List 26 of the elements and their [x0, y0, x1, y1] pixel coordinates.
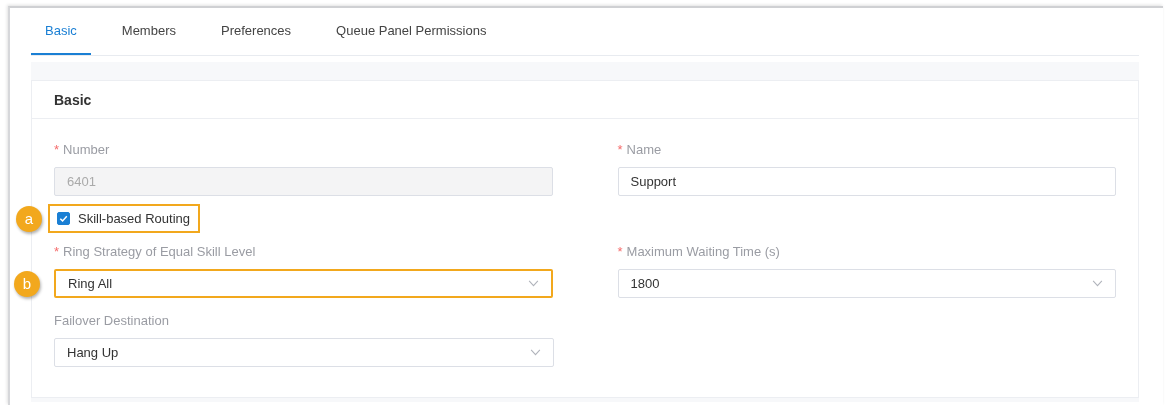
callout-badge: b	[14, 270, 40, 297]
input-field[interactable]: Support	[617, 167, 1116, 196]
required-mark: *	[617, 244, 623, 259]
tab[interactable]: Queue Panel Permissions	[322, 8, 501, 55]
field-label: Ring Strategy of Equal Skill Level	[63, 244, 256, 259]
select-field[interactable]: Hang Up	[54, 338, 554, 367]
checkbox[interactable]	[57, 212, 70, 225]
callout-badge: a	[16, 205, 42, 232]
input-field: 6401	[54, 167, 553, 196]
tab[interactable]: Members	[107, 8, 190, 55]
chevron-down-icon	[530, 349, 541, 356]
select-field[interactable]: Ring All	[54, 269, 553, 298]
field-label: Number	[63, 142, 110, 157]
field-label: Maximum Waiting Time (s)	[626, 244, 780, 259]
required-mark: *	[54, 244, 60, 259]
tab[interactable]: Preferences	[207, 8, 306, 55]
field-label: Failover Destination	[54, 313, 169, 328]
section-title: Basic	[54, 91, 92, 108]
field-label: Name	[626, 142, 662, 157]
required-mark: *	[54, 142, 60, 157]
select-field[interactable]: 1800	[617, 269, 1116, 298]
required-mark: *	[617, 142, 623, 157]
chevron-down-icon	[527, 280, 539, 287]
checkbox-label: Skill-based Routing	[78, 211, 190, 226]
chevron-down-icon	[1092, 280, 1103, 287]
tab[interactable]: Basic	[31, 8, 91, 55]
